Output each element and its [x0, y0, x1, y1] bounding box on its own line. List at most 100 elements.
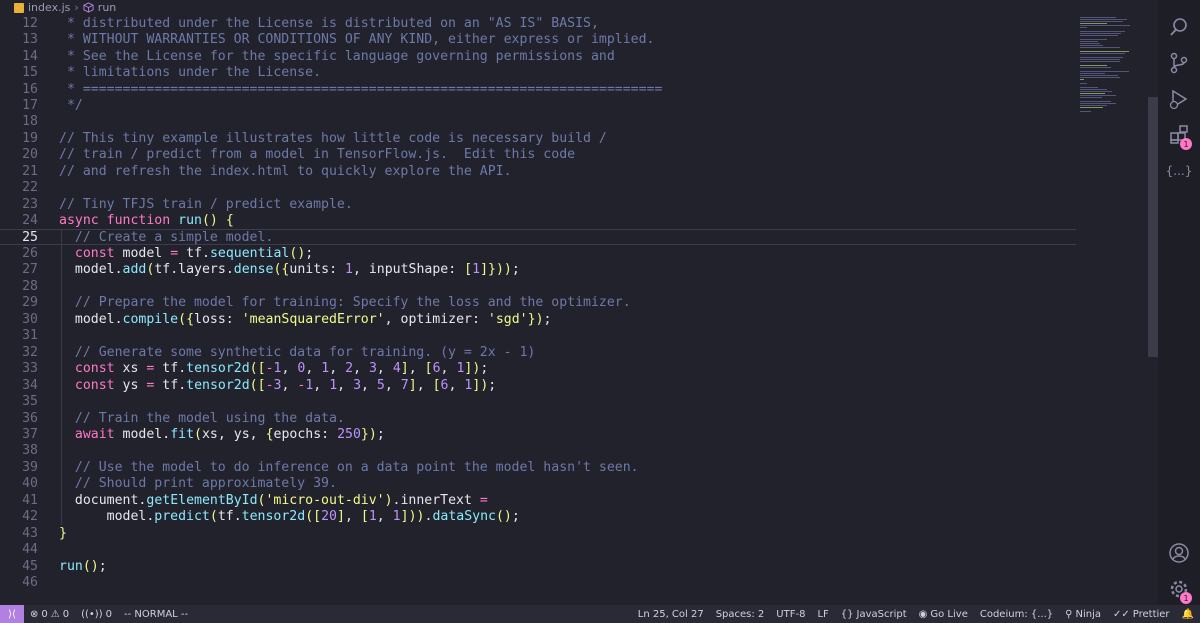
minimap[interactable]: [1076, 15, 1148, 605]
code-line[interactable]: 22: [0, 180, 1076, 196]
code-text: // Prepare the model for training: Speci…: [59, 295, 631, 311]
end-of-line[interactable]: LF: [811, 609, 834, 620]
code-text: // Should print approximately 39.: [59, 476, 337, 492]
code-line[interactable]: 39 // Use the model to do inference on a…: [0, 459, 1076, 475]
code-line[interactable]: 20 // train / predict from a model in Ten…: [0, 147, 1076, 163]
bell-icon[interactable]: 🔔: [1176, 609, 1200, 620]
minimap-line: [1080, 35, 1118, 36]
code-line[interactable]: 37 await model.fit(xs, ys, {epochs: 250}…: [0, 426, 1076, 442]
ports-indicator[interactable]: ((•)) 0: [75, 609, 118, 620]
code-line[interactable]: 41 document.getElementById('micro-out-di…: [0, 492, 1076, 508]
code-line[interactable]: 34 const ys = tf.tensor2d([-3, -1, 1, 3,…: [0, 377, 1076, 393]
code-line[interactable]: 14 * See the License for the specific la…: [0, 48, 1076, 64]
code-line[interactable]: 19 // This tiny example illustrates how l…: [0, 130, 1076, 146]
ninja-status[interactable]: ⚲ Ninja: [1059, 609, 1107, 620]
code-line[interactable]: 46: [0, 574, 1076, 590]
prettier-status[interactable]: ✓✓ Prettier: [1107, 609, 1176, 620]
code-line[interactable]: 45 run();: [0, 558, 1076, 574]
minimap-line: [1080, 97, 1102, 98]
run-debug-icon[interactable]: [1166, 86, 1192, 112]
code-line[interactable]: 28: [0, 278, 1076, 294]
code-line[interactable]: 31: [0, 328, 1076, 344]
minimap-line: [1080, 21, 1124, 22]
minimap-line: [1080, 87, 1098, 88]
problems-indicator[interactable]: ⊗ 0 ⚠ 0: [24, 609, 75, 620]
code-line[interactable]: 43}: [0, 525, 1076, 541]
code-line[interactable]: 18: [0, 114, 1076, 130]
code-line[interactable]: 24 async function run() {: [0, 212, 1076, 228]
code-text: * ======================================…: [59, 81, 663, 97]
code-line[interactable]: 44: [0, 541, 1076, 557]
code-line[interactable]: 13 * WITHOUT WARRANTIES OR CONDITIONS OF…: [0, 31, 1076, 47]
code-line[interactable]: 12 * distributed under the License is di…: [0, 15, 1076, 31]
code-line[interactable]: 32 // Generate some synthetic data for t…: [0, 344, 1076, 360]
go-live-label: Go Live: [930, 608, 968, 620]
code-line[interactable]: 35: [0, 393, 1076, 409]
code-text: * WITHOUT WARRANTIES OR CONDITIONS OF AN…: [59, 32, 655, 48]
code-editor[interactable]: 12 * distributed under the License is di…: [0, 15, 1076, 605]
indentation[interactable]: Spaces: 2: [710, 609, 771, 620]
extensions-icon[interactable]: 1: [1166, 122, 1192, 150]
line-number: 15: [22, 65, 38, 81]
activity-bar: 1 {...} 1: [1158, 0, 1200, 605]
minimap-line: [1080, 91, 1113, 92]
breadcrumb-symbol[interactable]: run: [98, 1, 116, 14]
code-text: model.compile({loss: 'meanSquaredError',…: [74, 311, 552, 327]
cursor-position[interactable]: Ln 25, Col 27: [632, 609, 710, 620]
language-mode[interactable]: {} JavaScript: [835, 609, 913, 620]
account-icon[interactable]: [1166, 540, 1192, 566]
remote-indicator-icon[interactable]: ⟩⟨: [0, 605, 24, 623]
code-line[interactable]: 38: [0, 443, 1076, 459]
code-text: run();: [59, 558, 107, 574]
double-check-icon: ✓✓: [1112, 608, 1130, 620]
line-number: 12: [22, 15, 38, 31]
line-number: 14: [22, 48, 38, 64]
code-line[interactable]: 15 * limitations under the License.: [0, 64, 1076, 80]
vertical-scrollbar[interactable]: [1148, 97, 1158, 357]
minimap-line: [1080, 95, 1116, 96]
code-text: model.add(tf.layers.dense({units: 1, inp…: [74, 262, 520, 278]
code-line[interactable]: 36 // Train the model using the data.: [0, 410, 1076, 426]
codeium-status[interactable]: Codeium: {...}: [974, 609, 1059, 620]
code-text: async function run() {: [59, 213, 234, 229]
code-line[interactable]: 23 // Tiny TFJS train / predict example.: [0, 196, 1076, 212]
line-number: 30: [22, 311, 38, 327]
prettier-label: Prettier: [1132, 608, 1170, 620]
minimap-line: [1080, 107, 1104, 108]
code-text: // Tiny TFJS train / predict example.: [59, 196, 353, 212]
indent-guide: [61, 228, 62, 525]
code-line[interactable]: 25 // Create a simple model.: [0, 228, 1076, 246]
json-icon[interactable]: {...}: [1166, 158, 1193, 184]
line-number: 34: [22, 377, 38, 393]
search-icon[interactable]: [1166, 14, 1192, 40]
code-text: // and refresh the index.html to quickly…: [59, 163, 512, 179]
code-line[interactable]: 26 const model = tf.sequential();: [0, 245, 1076, 261]
braces-icon: {}: [840, 608, 854, 620]
line-number: 21: [22, 163, 38, 179]
code-text: model.predict(tf.tensor2d([20], [1, 1]))…: [106, 509, 520, 525]
code-line[interactable]: 30 model.compile({loss: 'meanSquaredErro…: [0, 311, 1076, 327]
minimap-line: [1080, 31, 1125, 32]
code-line[interactable]: 42 model.predict(tf.tensor2d([20], [1, 1…: [0, 509, 1076, 525]
minimap-line: [1080, 27, 1088, 28]
code-text: // This tiny example illustrates how lit…: [59, 130, 607, 146]
extensions-badge: 1: [1180, 138, 1192, 150]
minimap-line: [1080, 51, 1129, 52]
chevron-right-icon: ›: [74, 1, 79, 14]
code-line[interactable]: 17 */: [0, 97, 1076, 113]
source-control-icon[interactable]: [1166, 50, 1192, 76]
go-live-button[interactable]: ◉ Go Live: [913, 609, 974, 620]
line-number: 24: [22, 213, 38, 229]
code-line[interactable]: 33 const xs = tf.tensor2d([-1, 0, 1, 2, …: [0, 360, 1076, 376]
code-line[interactable]: 27 model.add(tf.layers.dense({units: 1, …: [0, 262, 1076, 278]
gear-icon[interactable]: 1: [1166, 576, 1192, 604]
line-number: 36: [22, 410, 38, 426]
code-line[interactable]: 40 // Should print approximately 39.: [0, 476, 1076, 492]
code-line[interactable]: 16 * ===================================…: [0, 81, 1076, 97]
code-line[interactable]: 21 // and refresh the index.html to quick…: [0, 163, 1076, 179]
code-line[interactable]: 29 // Prepare the model for training: Sp…: [0, 295, 1076, 311]
line-number: 25: [22, 229, 38, 245]
encoding[interactable]: UTF-8: [770, 609, 811, 620]
breadcrumb-file[interactable]: index.js: [28, 1, 70, 14]
line-number: 17: [22, 97, 38, 113]
